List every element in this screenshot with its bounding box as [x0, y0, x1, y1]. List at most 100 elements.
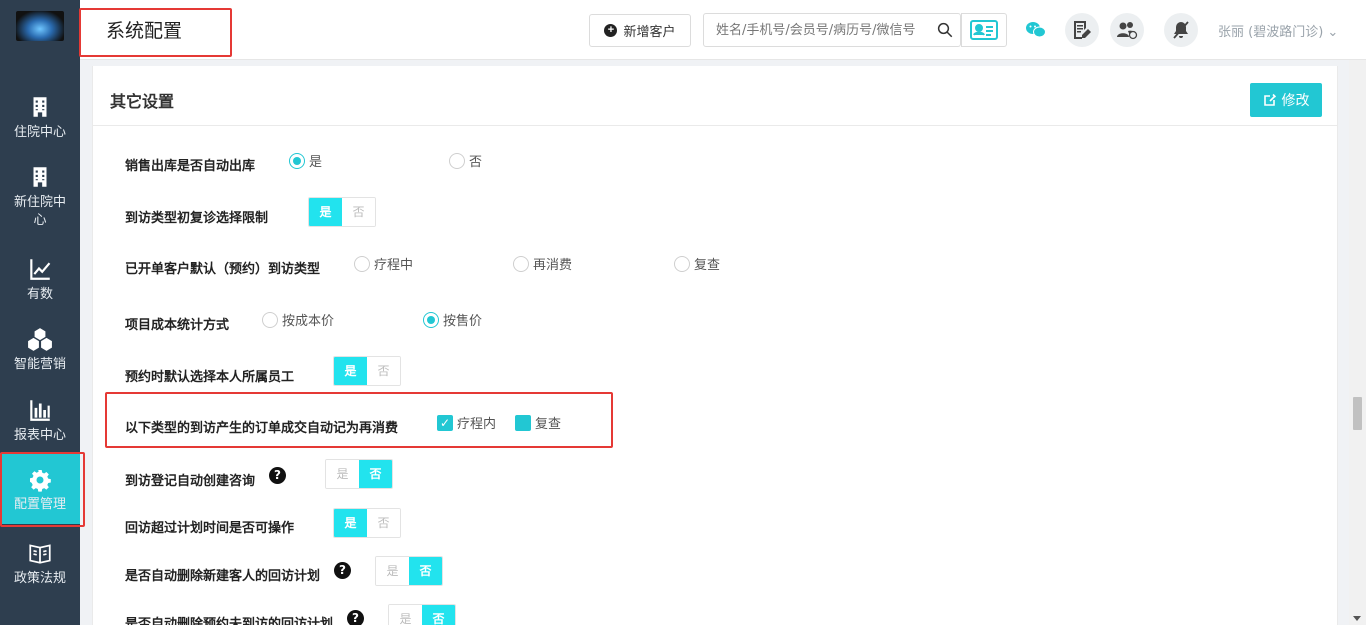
help-icon[interactable]: ?	[347, 610, 364, 625]
card-header: 其它设置 修改	[93, 66, 1337, 126]
notification-button[interactable]	[1164, 13, 1198, 47]
yes-no-toggle: 是 否	[388, 604, 456, 625]
radio-option[interactable]: 是	[289, 151, 322, 170]
setting-label: 回访超过计划时间是否可操作	[125, 521, 295, 536]
highlight-box-title	[79, 8, 232, 57]
bar-chart-icon	[30, 400, 50, 421]
radio-label: 疗程中	[374, 258, 414, 273]
document-edit-icon	[1074, 21, 1091, 39]
sidebar-item-label: 报表中心	[13, 428, 66, 443]
building-icon	[33, 167, 47, 187]
edit-label: 修改	[1281, 93, 1310, 109]
sidebar-item-inpatient[interactable]: 住院中心	[0, 94, 80, 142]
id-card-button[interactable]	[961, 13, 1007, 47]
toggle-yes[interactable]: 是	[334, 509, 367, 537]
setting-label: 是否自动删除新建客人的回访计划	[125, 569, 321, 584]
setting-label: 到访类型初复诊选择限制	[125, 211, 269, 226]
radio-unselected	[449, 152, 465, 169]
sidebar-item-reports[interactable]: 报表中心	[0, 397, 80, 445]
yes-no-toggle: 是 否	[308, 197, 376, 227]
plus-circle-icon: +	[604, 24, 618, 37]
section-title: 其它设置	[110, 92, 175, 111]
radio-label: 是	[309, 155, 323, 170]
sidebar-item-new-inpatient[interactable]: 新住院中心	[0, 164, 80, 230]
radio-option[interactable]: 复查	[674, 254, 720, 273]
trend-chart-icon	[30, 259, 51, 280]
page-scrollbar[interactable]	[1349, 60, 1366, 625]
team-icon	[1117, 22, 1138, 40]
sidebar-item-label: 住院中心	[13, 125, 66, 140]
chevron-down-icon: ⌄	[1327, 25, 1339, 40]
sidebar-item-label: 智能营销	[13, 357, 66, 372]
toggle-no[interactable]: 否	[367, 357, 400, 385]
radio-selected	[423, 311, 439, 328]
setting-label: 是否自动删除预约未到访的回访计划	[125, 617, 334, 625]
search-box	[703, 13, 961, 47]
radio-unselected	[513, 255, 529, 272]
sidebar: 住院中心 新住院中心 有数 智能营销 报表中心 配置管理 政策法规	[0, 0, 80, 625]
user-menu[interactable]: 张丽 (碧波路门诊) ⌄	[1218, 21, 1338, 40]
sidebar-item-label: 有数	[26, 287, 53, 302]
yes-no-toggle: 是 否	[333, 356, 401, 386]
radio-label: 复查	[694, 258, 721, 273]
scrollbar-thumb[interactable]	[1353, 397, 1362, 430]
top-bar: 系统配置 + 新增客户 张丽 (碧波路门诊) ⌄	[80, 0, 1366, 60]
document-button[interactable]	[1065, 13, 1099, 47]
radio-unselected	[354, 255, 370, 272]
radio-option[interactable]: 疗程中	[354, 254, 413, 273]
bell-off-icon	[1173, 21, 1189, 39]
setting-label: 预约时默认选择本人所属员工	[125, 370, 295, 385]
radio-label: 按成本价	[282, 314, 335, 329]
search-icon[interactable]	[936, 21, 954, 39]
wechat-button[interactable]	[1019, 13, 1053, 47]
user-name: 张丽 (碧波路门诊)	[1218, 25, 1324, 40]
radio-option[interactable]: 再消费	[513, 254, 572, 273]
toggle-yes[interactable]: 是	[389, 605, 422, 625]
radio-unselected	[262, 311, 278, 328]
toggle-yes[interactable]: 是	[309, 198, 342, 226]
radio-option[interactable]: 按成本价	[262, 310, 334, 329]
app-logo[interactable]	[16, 11, 64, 41]
yes-no-toggle: 是 否	[325, 459, 393, 489]
toggle-no[interactable]: 否	[359, 460, 392, 488]
toggle-no[interactable]: 否	[409, 557, 442, 585]
sidebar-item-data[interactable]: 有数	[0, 256, 80, 304]
radio-option[interactable]: 按售价	[423, 310, 482, 329]
radio-label: 按售价	[443, 314, 483, 329]
setting-label: 销售出库是否自动出库	[125, 159, 256, 174]
help-icon[interactable]: ?	[269, 467, 286, 484]
toggle-yes[interactable]: 是	[326, 460, 359, 488]
highlight-box-sidebar	[0, 452, 85, 527]
toggle-yes[interactable]: 是	[376, 557, 409, 585]
radio-label: 再消费	[533, 258, 573, 273]
setting-label: 已开单客户默认（预约）到访类型	[125, 262, 321, 277]
radio-selected	[289, 152, 305, 169]
add-customer-button[interactable]: + 新增客户	[589, 14, 691, 47]
id-card-icon	[970, 20, 998, 40]
sidebar-item-policy[interactable]: 政策法规	[0, 540, 80, 588]
highlight-box-setting	[105, 392, 613, 448]
radio-option[interactable]: 否	[449, 151, 482, 170]
wechat-icon	[1026, 22, 1046, 38]
radio-unselected	[674, 255, 690, 272]
scroll-down-icon[interactable]	[1353, 616, 1361, 621]
toggle-no[interactable]: 否	[367, 509, 400, 537]
setting-label: 项目成本统计方式	[125, 318, 230, 333]
add-customer-label: 新增客户	[623, 24, 676, 39]
sidebar-item-label: 政策法规	[13, 571, 66, 586]
edit-icon	[1263, 93, 1276, 106]
sidebar-item-marketing[interactable]: 智能营销	[0, 326, 80, 374]
setting-label: 到访登记自动创建咨询	[125, 474, 256, 489]
edit-button[interactable]: 修改	[1250, 83, 1322, 117]
help-icon[interactable]: ?	[334, 562, 351, 579]
team-button[interactable]	[1110, 13, 1144, 47]
sidebar-item-label: 新住院中心	[13, 195, 66, 228]
building-icon	[33, 97, 47, 117]
search-input[interactable]	[704, 14, 934, 46]
cubes-icon	[28, 328, 52, 351]
toggle-no[interactable]: 否	[342, 198, 375, 226]
yes-no-toggle: 是 否	[375, 556, 443, 586]
toggle-no[interactable]: 否	[422, 605, 455, 625]
toggle-yes[interactable]: 是	[334, 357, 367, 385]
settings-card: 其它设置 修改 销售出库是否自动出库 是 否 到访类型初复诊选择限制 是 否 已…	[92, 66, 1338, 625]
